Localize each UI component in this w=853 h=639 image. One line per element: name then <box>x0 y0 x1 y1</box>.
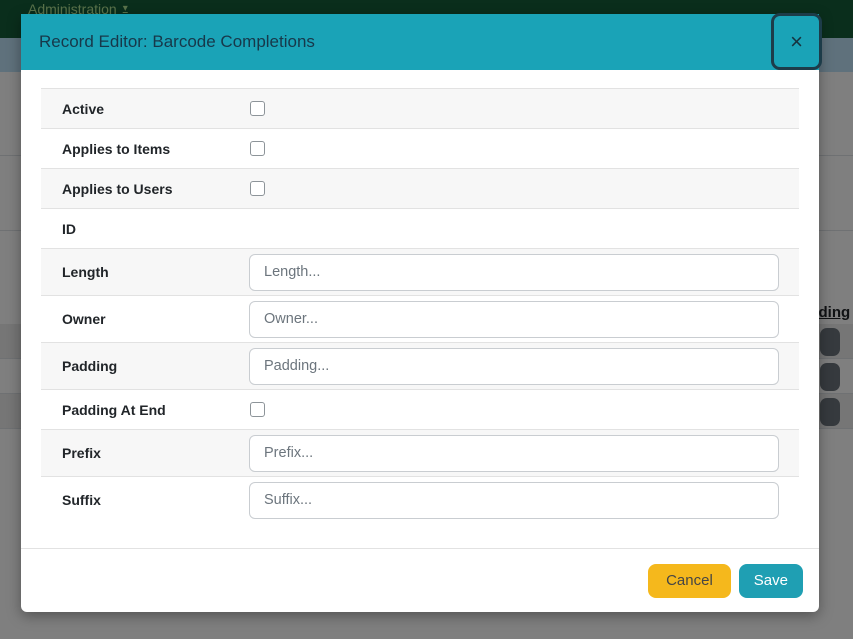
modal-footer: Cancel Save <box>21 548 819 612</box>
field-label-applies-to-users: Applies to Users <box>41 181 249 197</box>
field-control <box>249 402 799 417</box>
applies-to-users-checkbox[interactable] <box>250 181 265 196</box>
form-rows: Active Applies to Items Applies to Users ID… <box>41 88 799 523</box>
form-row-padding: Padding <box>41 342 799 389</box>
modal-header: Record Editor: Barcode Completions × <box>21 14 819 70</box>
field-control <box>249 141 799 156</box>
form-row-applies-to-users: Applies to Users <box>41 168 799 208</box>
modal-title: Record Editor: Barcode Completions <box>39 32 315 52</box>
prefix-input[interactable] <box>249 435 779 472</box>
field-label-active: Active <box>41 101 249 117</box>
suffix-input[interactable] <box>249 482 779 519</box>
field-label-prefix: Prefix <box>41 445 249 461</box>
applies-to-items-checkbox[interactable] <box>250 141 265 156</box>
field-label-applies-to-items: Applies to Items <box>41 141 249 157</box>
field-label-suffix: Suffix <box>41 492 249 508</box>
form-row-length: Length <box>41 248 799 295</box>
modal-body: Active Applies to Items Applies to Users ID… <box>21 70 819 523</box>
form-row-owner: Owner <box>41 295 799 342</box>
field-control <box>249 348 799 385</box>
owner-input[interactable] <box>249 301 779 338</box>
field-control <box>249 435 799 472</box>
form-row-active: Active <box>41 88 799 128</box>
close-icon: × <box>790 31 803 53</box>
active-checkbox[interactable] <box>250 101 265 116</box>
field-control <box>249 254 799 291</box>
field-label-id: ID <box>41 221 249 237</box>
form-row-applies-to-items: Applies to Items <box>41 128 799 168</box>
form-row-padding-at-end: Padding At End <box>41 389 799 429</box>
field-label-length: Length <box>41 264 249 280</box>
field-control <box>249 101 799 116</box>
field-label-padding: Padding <box>41 358 249 374</box>
field-control <box>249 301 799 338</box>
form-row-prefix: Prefix <box>41 429 799 476</box>
form-row-id: ID <box>41 208 799 248</box>
field-control <box>249 482 799 519</box>
cancel-button[interactable]: Cancel <box>648 564 731 598</box>
padding-at-end-checkbox[interactable] <box>250 402 265 417</box>
close-button[interactable]: × <box>771 13 822 70</box>
length-input[interactable] <box>249 254 779 291</box>
field-control <box>249 181 799 196</box>
padding-input[interactable] <box>249 348 779 385</box>
save-button[interactable]: Save <box>739 564 803 598</box>
field-label-owner: Owner <box>41 311 249 327</box>
field-label-padding-at-end: Padding At End <box>41 402 249 418</box>
form-row-suffix: Suffix <box>41 476 799 523</box>
record-editor-modal: Record Editor: Barcode Completions × Act… <box>21 14 819 612</box>
